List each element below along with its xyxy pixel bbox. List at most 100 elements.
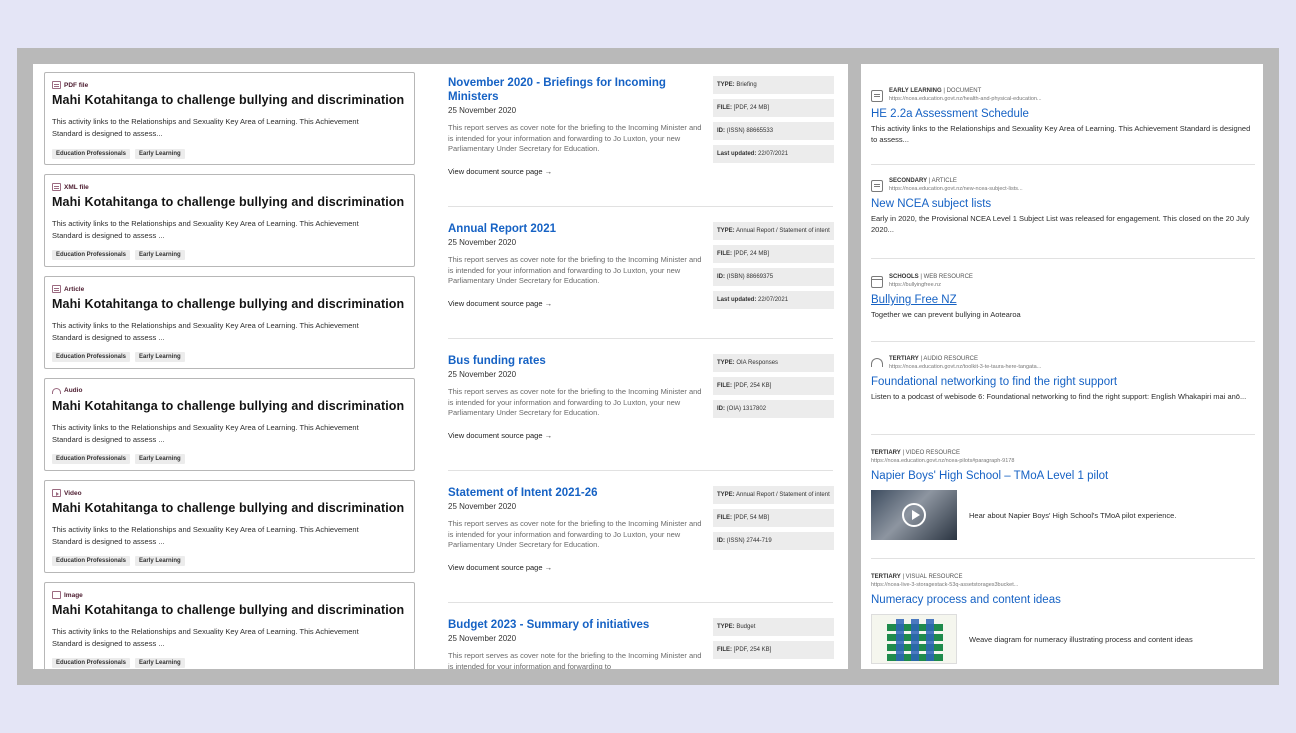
tag[interactable]: Education Professionals: [52, 250, 131, 260]
document-title[interactable]: Bus funding rates: [448, 354, 698, 368]
divider: [448, 338, 833, 339]
document-meta: TYPE: OIA Responses FILE: [PDF, 254 KB] …: [713, 354, 834, 423]
tag-list: Education Professionals Early Learning: [52, 556, 185, 566]
result-title[interactable]: Bullying Free NZ: [871, 294, 1255, 306]
resource-card[interactable]: XML file Mahi Kotahitanga to challenge b…: [44, 174, 415, 267]
tag[interactable]: Education Professionals: [52, 149, 131, 159]
resource-card[interactable]: Article Mahi Kotahitanga to challenge bu…: [44, 276, 415, 369]
resource-title[interactable]: Mahi Kotahitanga to challenge bullying a…: [52, 297, 404, 311]
search-results-panel: EARLY LEARNING | DOCUMENT https://ncea.e…: [861, 64, 1263, 669]
headphones-icon: [871, 358, 883, 367]
document-description: This report serves as cover note for the…: [448, 651, 702, 669]
result-url: https://ncea.education.govt.nz/ncea-pilo…: [871, 458, 1015, 464]
tag-list: Education Professionals Early Learning: [52, 454, 185, 464]
result-media: Hear about Napier Boys' High School's TM…: [871, 490, 1255, 540]
view-source-link[interactable]: View document source page →: [448, 563, 838, 572]
resource-card[interactable]: PDF file Mahi Kotahitanga to challenge b…: [44, 72, 415, 165]
meta-file: FILE: [PDF, 24 MB]: [713, 99, 834, 117]
document-title[interactable]: November 2020 - Briefings for Incoming M…: [448, 76, 698, 104]
view-source-link[interactable]: View document source page →: [448, 431, 838, 440]
resource-card[interactable]: Image Mahi Kotahitanga to challenge bull…: [44, 582, 415, 669]
document-item: Budget 2023 - Summary of initiatives 25 …: [448, 618, 838, 669]
tag[interactable]: Early Learning: [135, 556, 185, 566]
result-category: TERTIARY | VIDEO RESOURCE: [871, 450, 961, 456]
tag[interactable]: Early Learning: [135, 149, 185, 159]
meta-updated: Last updated: 22/07/2021: [713, 145, 834, 163]
meta-id: ID: (ISSN) 88665533: [713, 122, 834, 140]
tag-list: Education Professionals Early Learning: [52, 658, 185, 668]
resource-description: This activity links to the Relationships…: [52, 117, 359, 138]
result-item: TERTIARY | AUDIO RESOURCE https://ncea.e…: [871, 356, 1255, 402]
result-item: TERTIARY | VIDEO RESOURCE https://ncea.e…: [871, 450, 1255, 540]
result-category: EARLY LEARNING | DOCUMENT: [889, 88, 982, 94]
meta-id: ID: (ISSN) 2744-719: [713, 532, 834, 550]
resource-card[interactable]: Video Mahi Kotahitanga to challenge bull…: [44, 480, 415, 573]
tag[interactable]: Education Professionals: [52, 454, 131, 464]
document-description: This report serves as cover note for the…: [448, 387, 702, 417]
divider: [871, 164, 1255, 165]
documents-panel: November 2020 - Briefings for Incoming M…: [433, 64, 848, 669]
result-description: This activity links to the Relationships…: [871, 124, 1251, 144]
tag[interactable]: Early Learning: [135, 352, 185, 362]
result-title[interactable]: Numeracy process and content ideas: [871, 594, 1255, 606]
resource-type: Video: [52, 489, 82, 497]
result-header: EARLY LEARNING | DOCUMENT https://ncea.e…: [871, 88, 1255, 102]
tag[interactable]: Education Professionals: [52, 352, 131, 362]
tag[interactable]: Education Professionals: [52, 556, 131, 566]
result-category: TERTIARY | VISUAL RESOURCE: [871, 574, 963, 580]
play-icon[interactable]: [902, 503, 926, 527]
divider: [871, 341, 1255, 342]
result-item: SECONDARY | ARTICLE https://ncea.educati…: [871, 178, 1255, 235]
tag[interactable]: Early Learning: [135, 250, 185, 260]
result-title[interactable]: New NCEA subject lists: [871, 198, 1255, 210]
divider: [871, 434, 1255, 435]
meta-type: TYPE: OIA Responses: [713, 354, 834, 372]
showcase-frame: PDF file Mahi Kotahitanga to challenge b…: [17, 48, 1279, 685]
divider: [448, 602, 833, 603]
document-meta: TYPE: Annual Report / Statement of inten…: [713, 486, 834, 555]
resource-type: Article: [52, 285, 84, 293]
document-icon: [52, 183, 61, 191]
meta-updated: Last updated: 22/07/2021: [713, 291, 834, 309]
resource-title[interactable]: Mahi Kotahitanga to challenge bullying a…: [52, 195, 404, 209]
result-item: SCHOOLS | WEB RESOURCE https://bullyingf…: [871, 274, 1255, 320]
media-caption: Weave diagram for numeracy illustrating …: [969, 634, 1193, 644]
result-category: TERTIARY | AUDIO RESOURCE: [889, 356, 979, 362]
result-title[interactable]: Napier Boys' High School – TMoA Level 1 …: [871, 470, 1255, 482]
resource-card[interactable]: Audio Mahi Kotahitanga to challenge bull…: [44, 378, 415, 471]
tag[interactable]: Early Learning: [135, 658, 185, 668]
meta-id: ID: (OIA) 1317802: [713, 400, 834, 418]
resource-description: This activity links to the Relationships…: [52, 525, 359, 546]
tag[interactable]: Early Learning: [135, 454, 185, 464]
result-url: https://ncea.education.govt.nz/health-an…: [889, 96, 1042, 102]
divider: [871, 558, 1255, 559]
resource-description: This activity links to the Relationships…: [52, 219, 359, 240]
resource-description: This activity links to the Relationships…: [52, 627, 359, 648]
result-title[interactable]: HE 2.2a Assessment Schedule: [871, 108, 1255, 120]
document-title[interactable]: Statement of Intent 2021-26: [448, 486, 698, 500]
headphones-icon: [52, 387, 61, 394]
tag[interactable]: Education Professionals: [52, 658, 131, 668]
result-description: Listen to a podcast of webisode 6: Found…: [871, 392, 1247, 401]
result-description: Together we can prevent bullying in Aote…: [871, 310, 1021, 319]
resource-title[interactable]: Mahi Kotahitanga to challenge bullying a…: [52, 603, 404, 617]
resource-type: XML file: [52, 183, 89, 191]
resource-type: Image: [52, 591, 83, 599]
result-description: Early in 2020, the Provisional NCEA Leve…: [871, 214, 1250, 234]
result-media: Weave diagram for numeracy illustrating …: [871, 614, 1255, 664]
meta-file: FILE: [PDF, 54 MB]: [713, 509, 834, 527]
result-item: TERTIARY | VISUAL RESOURCE https://ncea-…: [871, 574, 1255, 664]
resource-title[interactable]: Mahi Kotahitanga to challenge bullying a…: [52, 399, 404, 413]
resource-description: This activity links to the Relationships…: [52, 423, 359, 444]
tag-list: Education Professionals Early Learning: [52, 250, 185, 260]
result-url: https://bullyingfree.nz: [889, 282, 941, 288]
weave-diagram-thumbnail[interactable]: [871, 614, 957, 664]
resource-cards-panel: PDF file Mahi Kotahitanga to challenge b…: [33, 64, 441, 669]
document-title[interactable]: Annual Report 2021: [448, 222, 698, 236]
resource-title[interactable]: Mahi Kotahitanga to challenge bullying a…: [52, 93, 404, 107]
document-title[interactable]: Budget 2023 - Summary of initiatives: [448, 618, 698, 632]
video-thumbnail[interactable]: [871, 490, 957, 540]
result-title[interactable]: Foundational networking to find the righ…: [871, 376, 1255, 388]
media-caption: Hear about Napier Boys' High School's TM…: [969, 510, 1177, 520]
resource-title[interactable]: Mahi Kotahitanga to challenge bullying a…: [52, 501, 404, 515]
